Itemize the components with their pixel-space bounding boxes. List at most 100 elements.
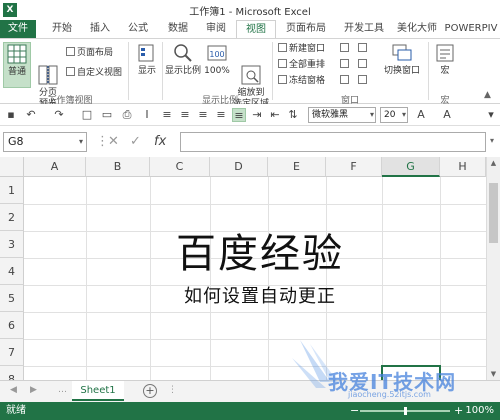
tab-formulas[interactable]: 公式 [120,20,156,38]
tab-data[interactable]: 数据 [160,20,196,38]
row-header-5[interactable]: 5 [0,285,24,312]
font-size-select[interactable]: 20 ▾ [380,107,408,123]
switch-windows-button[interactable]: 切换窗口 [380,42,424,88]
split-button[interactable] [340,43,351,55]
expand-formula-bar-icon[interactable]: ▾ [490,136,494,145]
cancel-icon[interactable]: ✕ [108,132,119,152]
new-file-icon[interactable]: □ [80,108,94,122]
font-name-select[interactable]: 微软雅黑 ▾ [308,107,376,123]
normal-view-label: 普通 [7,67,26,77]
tab-page-layout[interactable]: 页面布局 [278,20,334,38]
page-break-preview-button[interactable]: 分页 预览 [34,42,62,109]
row-header-2[interactable]: 2 [0,204,24,231]
tab-beautify[interactable]: 美化大师 [392,20,442,38]
indent-icon[interactable]: ⇥ [250,108,264,122]
vertical-scrollbar[interactable]: ▲ ▼ [486,157,500,380]
name-box[interactable]: G8 ▾ [3,132,87,152]
zoom-out-icon[interactable]: − [350,402,359,420]
normal-view-button[interactable]: 普通 [3,42,31,88]
sheet-tab-bar: ◀ ▶ … Sheet1 + ⋮ [0,380,500,402]
tab-review[interactable]: 审阅 [198,20,234,38]
customize-toolbar-icon[interactable]: ▾ [484,108,498,122]
page-layout-view-button[interactable]: 页面布局 [66,47,113,59]
freeze-panes-button[interactable]: 冻结窗格 [278,75,325,87]
tab-insert[interactable]: 插入 [82,20,118,38]
column-header-c[interactable]: C [150,157,210,177]
align-left-icon[interactable]: ≡ [160,108,174,122]
sheet-tab-sheet1[interactable]: Sheet1 [72,381,124,401]
column-header-h[interactable]: H [440,157,486,177]
reset-window-position-button[interactable] [358,75,369,87]
tab-powerpivot[interactable]: POWERPIV [442,20,500,38]
increase-font-icon[interactable]: A [414,108,428,122]
column-header-d[interactable]: D [210,157,268,177]
hide-button[interactable] [340,59,351,71]
tab-file[interactable]: 文件 [0,20,36,38]
show-button[interactable]: 显示 [134,42,160,88]
zoom-in-icon[interactable]: + [454,402,463,420]
italic-icon[interactable]: I [140,108,154,122]
custom-views-button[interactable]: 自定义视图 [66,67,122,79]
tab-view[interactable]: 视图 [236,20,276,38]
row-header-8[interactable]: 8 [0,366,24,380]
view-side-by-side-button[interactable] [358,43,369,55]
decrease-font-icon[interactable]: A [440,108,454,122]
distributed-align-icon[interactable]: ≡ [232,108,246,122]
align-right-icon[interactable]: ≡ [196,108,210,122]
column-header-f[interactable]: F [326,157,382,177]
zoom-slider-knob[interactable] [404,407,407,415]
more-sheets-icon[interactable]: … [58,385,67,395]
row-header-7[interactable]: 7 [0,339,24,366]
prev-sheet-icon[interactable]: ◀ [10,385,17,395]
tab-developer[interactable]: 开发工具 [336,20,392,38]
synchronous-scrolling-button[interactable] [358,59,369,71]
column-header-a[interactable]: A [24,157,86,177]
scroll-up-icon[interactable]: ▲ [487,157,500,169]
scroll-thumb[interactable] [489,183,498,243]
sheet-bar-divider-icon[interactable]: ⋮ [168,385,177,395]
row-header-4[interactable]: 4 [0,258,24,285]
undo-icon[interactable]: ↶ [24,108,38,122]
outdent-icon[interactable]: ⇤ [268,108,282,122]
macros-button[interactable]: 宏 [432,42,458,88]
align-center-icon[interactable]: ≡ [178,108,192,122]
formula-input[interactable] [180,132,486,152]
zoom-slider[interactable] [360,407,450,415]
enter-icon[interactable]: ✓ [130,132,141,152]
zoom-100-button[interactable]: 100 100% [203,42,231,88]
row-header-6[interactable]: 6 [0,312,24,339]
zoom-level[interactable]: 100% [465,402,494,420]
new-window-button[interactable]: 新建窗口 [278,43,325,55]
scroll-down-icon[interactable]: ▼ [487,368,500,380]
row-header-3[interactable]: 3 [0,231,24,258]
split-icon [340,43,349,52]
insert-function-icon[interactable]: fx [154,132,166,152]
chevron-down-icon: ▾ [369,110,374,119]
justify-icon[interactable]: ≡ [214,108,228,122]
format-painter-icon[interactable]: ⇅ [286,108,300,122]
save-icon[interactable]: ▪ [4,108,18,122]
ribbon-tabs: 文件 开始 插入 公式 数据 审阅 视图 页面布局 开发工具 美化大师 POWE… [0,20,500,38]
unhide-button[interactable] [340,75,351,87]
column-header-e[interactable]: E [268,157,326,177]
freeze-panes-label: 冻结窗格 [289,76,326,86]
arrange-all-button[interactable]: 全部重排 [278,59,325,71]
ribbon: 普通 分页 预览 页面布局 自定义视图 工作簿视图 显示 显示比例 [0,38,500,109]
zoom-button[interactable]: 显示比例 [165,42,201,88]
select-all-corner[interactable] [0,157,24,177]
selected-cell-g8[interactable] [381,365,441,380]
open-folder-icon[interactable]: ▭ [100,108,114,122]
add-sheet-icon[interactable]: + [143,384,157,398]
print-icon[interactable]: ⎙ [120,108,134,122]
redo-icon[interactable]: ↷ [52,108,66,122]
column-header-b[interactable]: B [86,157,150,177]
next-sheet-icon[interactable]: ▶ [30,385,37,395]
tab-home[interactable]: 开始 [44,20,80,38]
column-header-g[interactable]: G [382,157,440,177]
new-window-icon [278,43,287,52]
row-header-1[interactable]: 1 [0,177,24,204]
sync-scroll-icon [358,59,367,68]
zoom-to-selection-button[interactable]: 缩放到 选定区域 [233,42,269,109]
collapse-ribbon-icon[interactable]: ▲ [484,89,491,101]
gridline [24,312,486,313]
